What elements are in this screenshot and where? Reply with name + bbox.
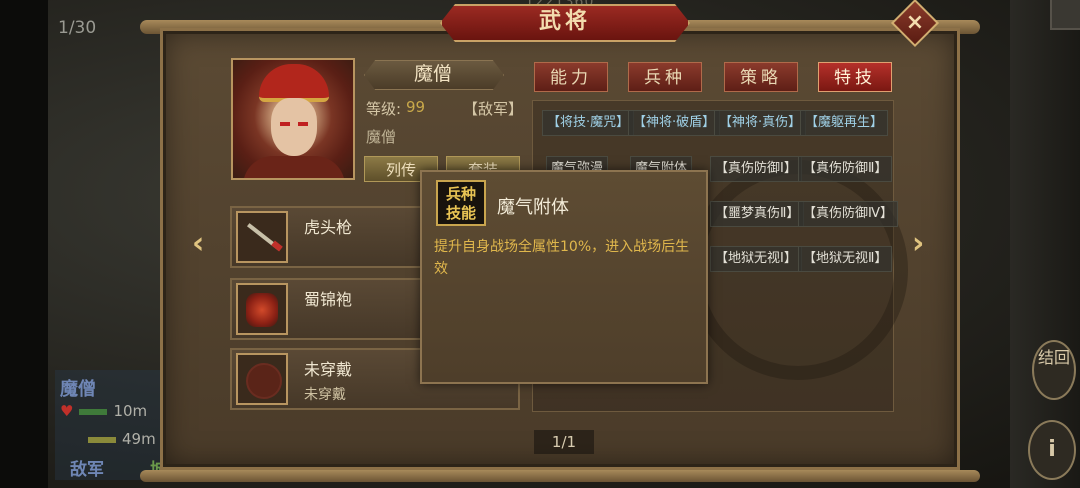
background-info-button[interactable]: i: [1028, 420, 1076, 480]
background-unit-name: 魔僧: [60, 379, 96, 400]
skill-tag[interactable]: 【神将·破盾】: [628, 110, 721, 136]
tab-ability[interactable]: 能力: [534, 62, 608, 92]
badge-line-2: 技能: [445, 204, 476, 222]
hp-value: 10m: [113, 402, 148, 420]
tooltip-description: 提升自身战场全属性10%，进入战场后生效: [434, 239, 690, 277]
hero-subtitle: 魔僧: [366, 128, 397, 146]
troop-bar: [88, 436, 116, 443]
portrait-crown: [259, 64, 329, 102]
skill-tag[interactable]: 【地狱无视Ⅱ】: [798, 246, 893, 272]
equipment-name: 未穿戴: [304, 360, 353, 379]
badge-line-1: 兵种: [445, 185, 476, 203]
hero-name: 魔僧: [413, 63, 452, 85]
troop-skill-badge-icon: 兵种 技能: [436, 180, 486, 226]
tab-strategy[interactable]: 策略: [724, 62, 798, 92]
spear-icon: [236, 211, 288, 263]
equipment-status: 未穿戴: [304, 387, 346, 403]
skills-pager: 1/1: [534, 430, 594, 454]
background-unit-troops: 49m: [60, 430, 156, 448]
equipment-name: 虎头枪: [304, 218, 353, 237]
next-hero-arrow-icon[interactable]: ›: [912, 226, 924, 261]
robe-icon: [236, 283, 288, 335]
empty-slot-icon: [236, 353, 288, 405]
hero-level-value: 99: [406, 98, 426, 116]
troop-value: 49m: [122, 430, 156, 448]
tab-troop-type[interactable]: 兵种: [628, 62, 702, 92]
right-edge: [1010, 0, 1080, 488]
hero-portrait: [231, 58, 355, 180]
skill-tag[interactable]: 【魔躯再生】: [800, 110, 889, 136]
panel-bottom-rail: [140, 470, 980, 482]
background-page-counter: 1/30: [58, 18, 97, 38]
hero-faction: 【敌军】: [463, 100, 524, 118]
skill-tag[interactable]: 【噩梦真伤Ⅱ】: [710, 201, 805, 227]
portrait-face: [271, 98, 317, 156]
tooltip-title: 魔气附体: [497, 197, 569, 218]
skill-tag[interactable]: 【神将·真伤】: [714, 110, 807, 136]
portrait-eye: [280, 122, 290, 126]
equipment-name: 蜀锦袍: [304, 290, 353, 309]
close-icon[interactable]: ×: [898, 6, 932, 40]
corner-menu-icon[interactable]: [1050, 0, 1080, 30]
heart-icon: ♥: [60, 402, 74, 420]
skill-tag[interactable]: 【地狱无视Ⅰ】: [710, 246, 802, 272]
skill-tag[interactable]: 【真伤防御Ⅰ】: [710, 156, 802, 182]
background-side-enemy: 敌军: [70, 460, 104, 480]
hero-level-label: 等级:: [366, 100, 402, 118]
skill-tag[interactable]: 【真伤防御Ⅱ】: [798, 156, 893, 182]
prev-hero-arrow-icon[interactable]: ‹: [192, 226, 204, 261]
window-title: 武将: [538, 9, 591, 34]
background-right-button[interactable]: 结回: [1032, 340, 1076, 400]
skill-tag[interactable]: 【真伤防御Ⅳ】: [798, 201, 898, 227]
background-unit-hp: ♥ 10m: [60, 402, 147, 420]
tab-special-skills[interactable]: 特技: [818, 62, 892, 92]
skill-tag[interactable]: 【将技·魔咒】: [542, 110, 635, 136]
portrait-robe: [243, 156, 345, 178]
hp-bar: [79, 408, 108, 415]
left-edge: [0, 0, 48, 488]
portrait-eye: [298, 122, 308, 126]
